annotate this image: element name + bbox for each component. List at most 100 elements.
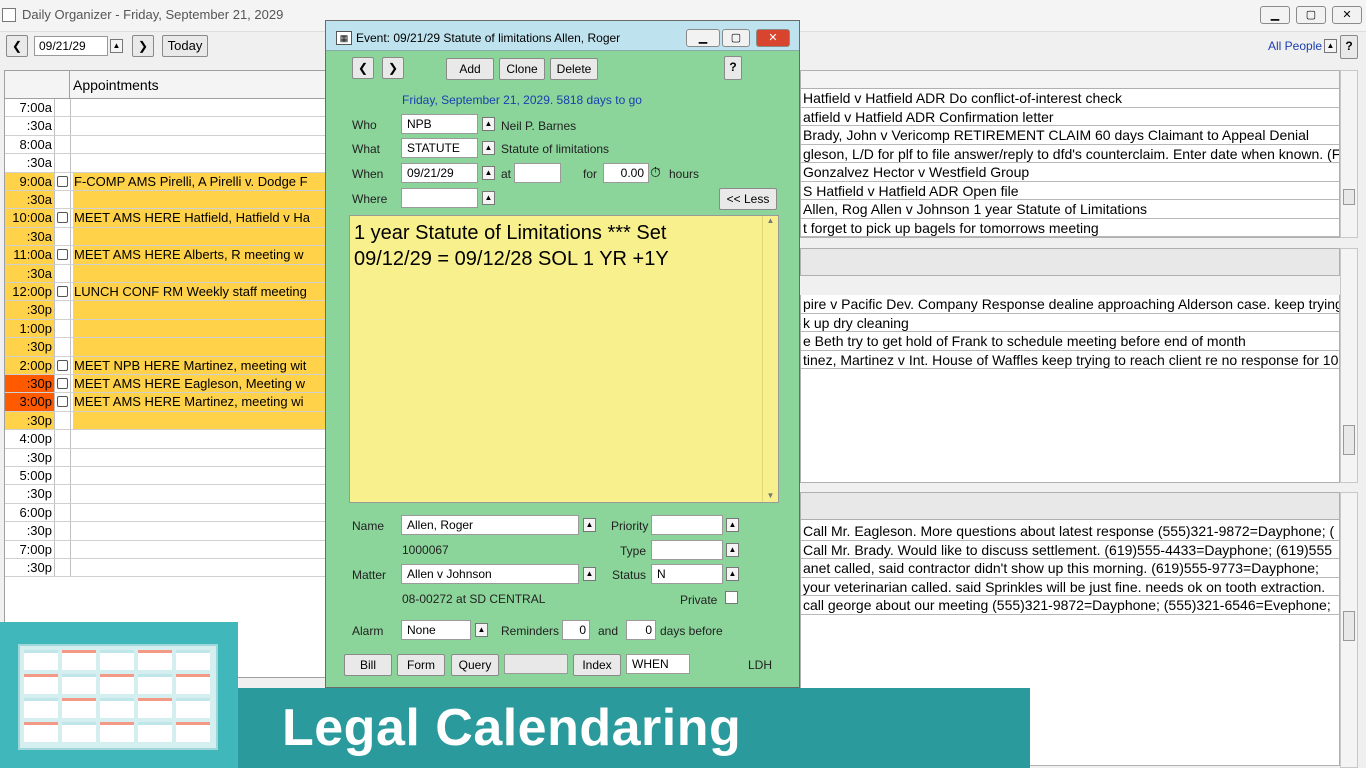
appointment-checkbox[interactable] <box>57 212 68 224</box>
dialog-help-button[interactable]: ? <box>724 56 742 80</box>
where-spinner[interactable]: ▲ <box>482 191 495 205</box>
date-field[interactable]: 09/21/29 <box>34 36 108 56</box>
notes-area[interactable]: 1 year Statute of Limitations *** Set 09… <box>349 215 779 503</box>
list-item[interactable]: Brady, John v Vericomp RETIREMENT CLAIM … <box>801 126 1339 145</box>
index-button[interactable]: Index <box>573 654 621 676</box>
list-item[interactable]: pire v Pacific Dev. Company Response dea… <box>801 295 1339 314</box>
reminders-field[interactable]: 0 <box>562 620 590 640</box>
add-button[interactable]: Add <box>446 58 494 80</box>
scroll-thumb-1[interactable] <box>1343 189 1355 205</box>
alarm-spinner[interactable]: ▲ <box>475 623 488 637</box>
notes-scrollbar[interactable]: ▲ ▼ <box>762 216 778 502</box>
maximize-button[interactable]: ▢ <box>1296 6 1326 24</box>
bill-button[interactable]: Bill <box>344 654 392 676</box>
scrollbar-3[interactable] <box>1340 492 1358 768</box>
appointment-checkbox[interactable] <box>57 286 68 297</box>
list-item[interactable]: S Hatfield v Hatfield ADR Open file <box>801 182 1339 200</box>
appointment-row[interactable]: :30a <box>5 227 325 247</box>
next-day-button[interactable]: ❯ <box>132 35 154 57</box>
close-button[interactable]: ✕ <box>1332 6 1362 24</box>
when-field[interactable]: 09/21/29 <box>401 163 478 183</box>
appointment-row[interactable]: :30p <box>5 338 325 357</box>
appointment-row[interactable]: 2:00p MEET NPB HERE Martinez, meeting wit <box>5 356 325 375</box>
appointment-row[interactable]: 8:00a <box>5 135 325 155</box>
appointment-row[interactable]: 7:00p <box>5 540 325 559</box>
list-item[interactable]: Call Mr. Eagleson. More questions about … <box>801 522 1339 541</box>
appointment-checkbox[interactable] <box>57 378 68 389</box>
name-field[interactable]: Allen, Roger <box>401 515 579 535</box>
prev-day-button[interactable]: ❮ <box>6 35 28 57</box>
query-field[interactable] <box>504 654 568 674</box>
private-checkbox[interactable] <box>725 591 738 604</box>
status-field[interactable]: N <box>651 564 723 584</box>
appointment-checkbox[interactable] <box>57 175 68 187</box>
appointment-row[interactable]: :30a <box>5 154 325 173</box>
appointment-checkbox[interactable] <box>57 359 68 371</box>
appointment-checkbox[interactable] <box>57 249 68 261</box>
appointment-row[interactable]: 9:00a F-COMP AMS Pirelli, A Pirelli v. Do… <box>5 172 325 191</box>
list-item[interactable]: anet called, said contractor didn't show… <box>801 559 1339 578</box>
where-field[interactable] <box>401 188 478 208</box>
matter-spinner[interactable]: ▲ <box>583 567 596 581</box>
clone-button[interactable]: Clone <box>499 58 545 80</box>
date-spinner[interactable]: ▲ <box>110 39 123 53</box>
scrollbar-1[interactable] <box>1340 70 1358 238</box>
appointment-checkbox[interactable] <box>57 396 68 408</box>
people-spinner[interactable]: ▲ <box>1324 39 1337 53</box>
appointment-row[interactable]: 4:00p <box>5 430 325 449</box>
appointment-row[interactable]: :30p <box>5 301 325 320</box>
at-field[interactable] <box>514 163 561 183</box>
less-button[interactable]: << Less <box>719 188 777 210</box>
appointment-row[interactable]: :30p <box>5 559 325 578</box>
matter-field[interactable]: Allen v Johnson <box>401 564 579 584</box>
query-button[interactable]: Query <box>451 654 499 676</box>
appointment-row[interactable]: :30p MEET AMS HERE Eagleson, Meeting w <box>5 375 325 394</box>
minimize-button[interactable]: ▁ <box>1260 6 1290 24</box>
list-item[interactable]: atfield v Hatfield ADR Confirmation lett… <box>801 108 1339 126</box>
appointment-row[interactable]: 11:00a MEET AMS HERE Alberts, R meeting w <box>5 246 325 265</box>
appointment-row[interactable]: :30p <box>5 448 325 467</box>
alarm-field[interactable]: None <box>401 620 471 640</box>
list-item[interactable]: k up dry cleaning <box>801 314 1339 332</box>
dialog-prev-button[interactable]: ❮ <box>352 57 374 79</box>
scrollbar-2[interactable] <box>1340 248 1358 483</box>
form-button[interactable]: Form <box>397 654 445 676</box>
who-spinner[interactable]: ▲ <box>482 117 495 131</box>
list-item[interactable]: e Beth try to get hold of Frank to sched… <box>801 332 1339 351</box>
appointment-row[interactable]: 6:00p <box>5 503 325 523</box>
appointment-row[interactable]: 5:00p <box>5 467 325 486</box>
list-item[interactable]: Allen, Rog Allen v Johnson 1 year Statut… <box>801 200 1339 219</box>
dialog-minimize-button[interactable]: ▁ <box>686 29 720 47</box>
list-item[interactable]: tinez, Martinez v Int. House of Waffles … <box>801 351 1339 369</box>
list-item[interactable]: t forget to pick up bagels for tomorrows… <box>801 219 1339 237</box>
list-item[interactable]: your veterinarian called. said Sprinkles… <box>801 578 1339 596</box>
appointment-row[interactable]: 12:00p LUNCH CONF RM Weekly staff meeting <box>5 283 325 302</box>
appointment-row[interactable]: :30a <box>5 191 325 210</box>
dialog-maximize-button[interactable]: ▢ <box>722 29 750 47</box>
today-button[interactable]: Today <box>162 35 208 57</box>
dialog-next-button[interactable]: ❯ <box>382 57 404 79</box>
appointment-row[interactable]: :30a <box>5 264 325 283</box>
what-field[interactable]: STATUTE <box>401 138 478 158</box>
appointment-row[interactable]: :30p <box>5 522 325 541</box>
appointment-row[interactable]: :30p <box>5 485 325 504</box>
what-spinner[interactable]: ▲ <box>482 141 495 155</box>
appointment-row[interactable]: 1:00p <box>5 319 325 339</box>
days-field[interactable]: 0 <box>626 620 656 640</box>
priority-spinner[interactable]: ▲ <box>726 518 739 532</box>
appointment-row[interactable]: 10:00a MEET AMS HERE Hatfield, Hatfield v… <box>5 209 325 228</box>
who-field[interactable]: NPB <box>401 114 478 134</box>
priority-field[interactable] <box>651 515 723 535</box>
help-button[interactable]: ? <box>1340 35 1358 59</box>
status-spinner[interactable]: ▲ <box>726 567 739 581</box>
stopwatch-icon[interactable]: ⏱ <box>650 164 661 181</box>
hours-field[interactable]: 0.00 <box>603 163 649 183</box>
type-spinner[interactable]: ▲ <box>726 543 739 557</box>
delete-button[interactable]: Delete <box>550 58 598 80</box>
all-people-link[interactable]: All People <box>1268 39 1322 53</box>
list-item[interactable]: Call Mr. Brady. Would like to discuss se… <box>801 541 1339 559</box>
when-spinner[interactable]: ▲ <box>482 166 495 180</box>
index-field[interactable]: WHEN <box>626 654 690 674</box>
scroll-thumb-3[interactable] <box>1343 611 1355 641</box>
appointment-row[interactable]: 7:00a <box>5 99 325 118</box>
